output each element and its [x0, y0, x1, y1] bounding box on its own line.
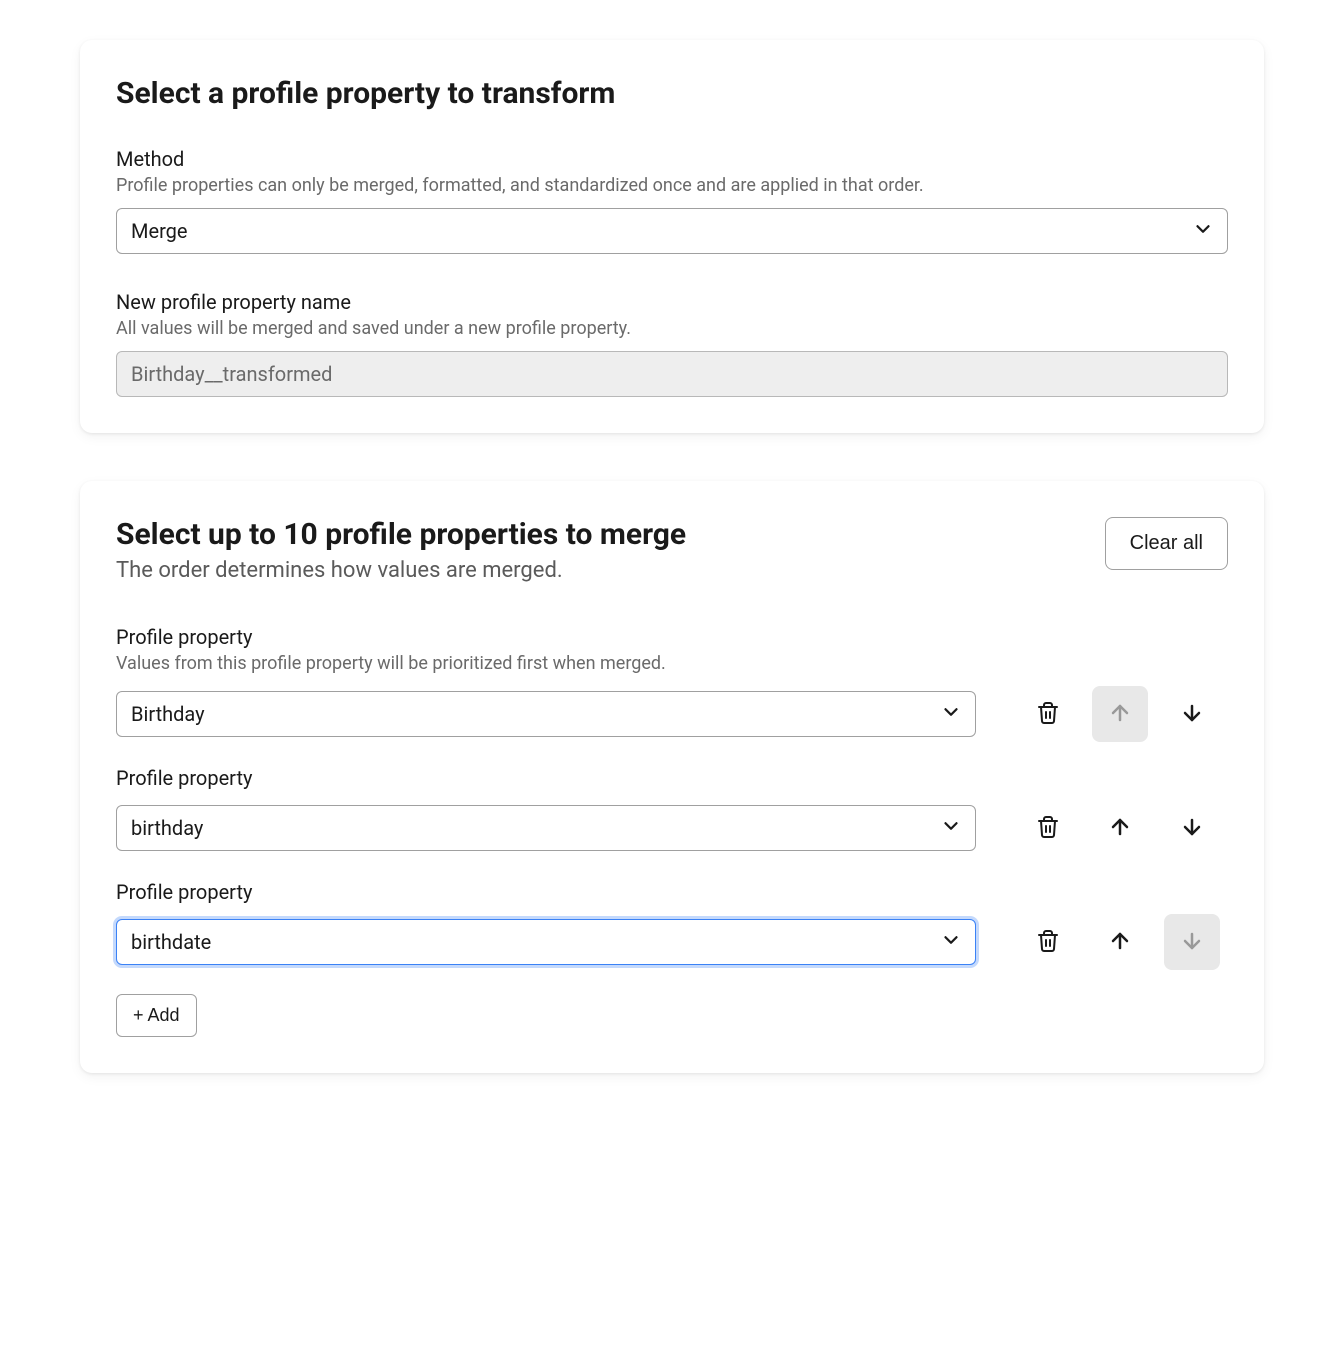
property-row: Profile property birthdate — [116, 880, 1228, 970]
new-name-value: Birthday__transformed — [131, 362, 332, 386]
arrow-down-icon — [1180, 929, 1204, 956]
properties-list: Profile property Values from this profile… — [116, 625, 1228, 970]
property-select-wrap: birthday — [116, 805, 976, 851]
delete-button[interactable] — [1020, 686, 1076, 742]
property-controls: birthdate — [116, 914, 1228, 970]
property-row: Profile property birthday — [116, 766, 1228, 856]
delete-button[interactable] — [1020, 800, 1076, 856]
property-value: Birthday — [131, 702, 205, 726]
actions-row: + Add — [116, 994, 1228, 1037]
arrow-up-icon — [1108, 701, 1132, 728]
delete-button[interactable] — [1020, 914, 1076, 970]
property-select[interactable]: birthdate — [116, 919, 976, 965]
merge-header-text: Select up to 10 profile properties to me… — [116, 517, 1105, 583]
property-label: Profile property — [116, 880, 1228, 904]
move-down-button[interactable] — [1164, 686, 1220, 742]
property-label: Profile property — [116, 625, 1228, 649]
property-row: Profile property Values from this profile… — [116, 625, 1228, 742]
move-up-button[interactable] — [1092, 914, 1148, 970]
method-select-wrap: Merge — [116, 208, 1228, 254]
merge-header: Select up to 10 profile properties to me… — [116, 517, 1228, 583]
arrow-down-icon — [1180, 701, 1204, 728]
property-value: birthday — [131, 816, 203, 840]
merge-card: Select up to 10 profile properties to me… — [80, 481, 1264, 1073]
method-value: Merge — [131, 219, 188, 243]
merge-subtitle: The order determines how values are merg… — [116, 558, 1105, 583]
new-name-input[interactable]: Birthday__transformed — [116, 351, 1228, 397]
arrow-up-icon — [1108, 815, 1132, 842]
arrow-up-icon — [1108, 929, 1132, 956]
property-value: birthdate — [131, 930, 211, 954]
add-button[interactable]: + Add — [116, 994, 197, 1037]
move-down-button — [1164, 914, 1220, 970]
property-select-wrap: Birthday — [116, 691, 976, 737]
merge-title: Select up to 10 profile properties to me… — [116, 517, 1105, 552]
method-select[interactable]: Merge — [116, 208, 1228, 254]
move-up-button[interactable] — [1092, 800, 1148, 856]
move-down-button[interactable] — [1164, 800, 1220, 856]
clear-all-button[interactable]: Clear all — [1105, 517, 1228, 570]
property-select-wrap: birthdate — [116, 919, 976, 965]
arrow-down-icon — [1180, 815, 1204, 842]
trash-icon — [1036, 815, 1060, 842]
trash-icon — [1036, 701, 1060, 728]
transform-card: Select a profile property to transform M… — [80, 40, 1264, 433]
property-label: Profile property — [116, 766, 1228, 790]
method-help: Profile properties can only be merged, f… — [116, 175, 1228, 196]
property-select[interactable]: Birthday — [116, 691, 976, 737]
property-controls: birthday — [116, 800, 1228, 856]
new-name-label: New profile property name — [116, 290, 1228, 314]
trash-icon — [1036, 929, 1060, 956]
transform-title: Select a profile property to transform — [116, 76, 1228, 111]
method-label: Method — [116, 147, 1228, 171]
property-controls: Birthday — [116, 686, 1228, 742]
property-help: Values from this profile property will b… — [116, 653, 1228, 674]
new-name-field: New profile property name All values wil… — [116, 290, 1228, 397]
move-up-button — [1092, 686, 1148, 742]
property-select[interactable]: birthday — [116, 805, 976, 851]
method-field: Method Profile properties can only be me… — [116, 147, 1228, 254]
new-name-help: All values will be merged and saved unde… — [116, 318, 1228, 339]
